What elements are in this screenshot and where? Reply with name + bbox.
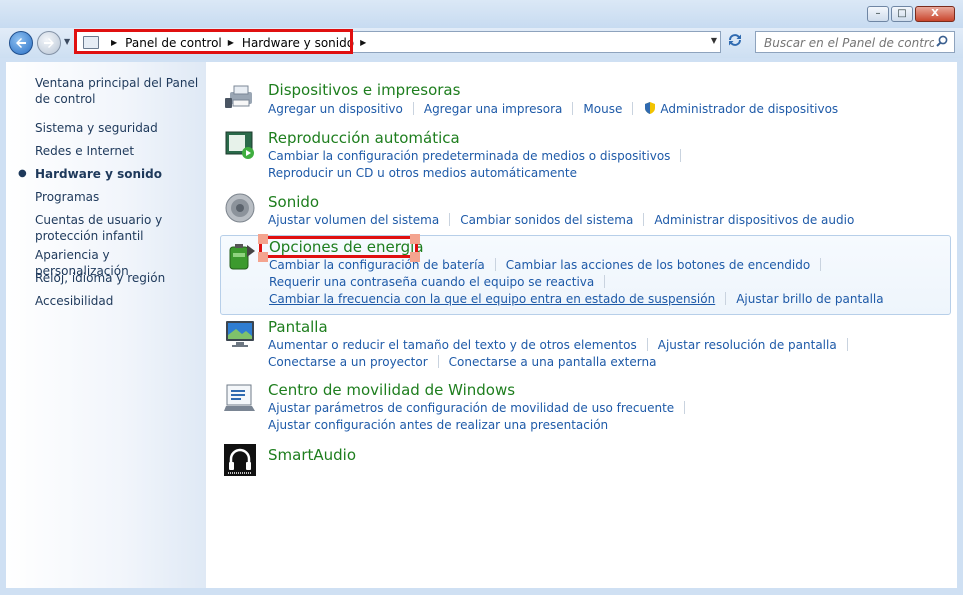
- arrow-left-icon: [16, 38, 26, 48]
- category-movilidad: Centro de movilidad de Windows Ajustar p…: [220, 378, 951, 438]
- link-presentacion[interactable]: Ajustar configuración antes de realizar …: [268, 418, 608, 432]
- category-dispositivos: Dispositivos e impresoras Agregar un dis…: [220, 76, 951, 120]
- separator: [643, 213, 645, 226]
- sidebar-item-reloj-idioma[interactable]: Reloj, idioma y región: [35, 270, 203, 286]
- link-tamano-texto[interactable]: Aumentar o reducir el tamaño del texto y…: [268, 338, 637, 352]
- address-dropdown-icon[interactable]: ▼: [711, 36, 717, 45]
- printer-devices-icon: [225, 85, 252, 108]
- category-pantalla: Pantalla Aumentar o reducir el tamaño de…: [220, 314, 951, 374]
- shield-icon: [645, 102, 656, 114]
- resize-handle: [258, 234, 268, 244]
- resize-handle: [258, 252, 268, 262]
- forward-button[interactable]: [37, 31, 61, 55]
- link-parametros-movilidad[interactable]: Ajustar parámetros de configuración de m…: [268, 401, 674, 415]
- search-icon[interactable]: [936, 35, 948, 47]
- separator: [572, 102, 574, 115]
- minimize-button[interactable]: –: [867, 6, 889, 22]
- separator: [820, 258, 822, 271]
- separator: [725, 292, 727, 305]
- category-sonido: Sonido Ajustar volumen del sistema Cambia…: [220, 188, 951, 232]
- category-title-reproduccion[interactable]: Reproducción automática: [268, 129, 460, 147]
- window-controls: – □ X: [867, 6, 955, 22]
- separator: [494, 258, 496, 271]
- maximize-button[interactable]: □: [891, 6, 913, 22]
- separator: [437, 355, 439, 368]
- link-cambiar-sonidos[interactable]: Cambiar sonidos del sistema: [460, 213, 633, 227]
- link-reproducir-cd[interactable]: Reproducir un CD u otros medios automáti…: [268, 166, 577, 180]
- sidebar-item-accesibilidad[interactable]: Accesibilidad: [35, 293, 203, 309]
- active-bullet-icon: ●: [18, 168, 27, 179]
- sidebar-item-redes-internet[interactable]: Redes e Internet: [35, 143, 203, 159]
- link-config-bateria[interactable]: Cambiar la configuración de batería: [269, 258, 485, 272]
- speaker-icon: [225, 193, 255, 223]
- resize-handle: [410, 234, 420, 244]
- arrow-right-icon: [44, 38, 54, 48]
- refresh-icon: [729, 34, 741, 46]
- link-agregar-dispositivo[interactable]: Agregar un dispositivo: [268, 102, 403, 116]
- link-agregar-impresora[interactable]: Agregar una impresora: [424, 102, 563, 116]
- category-title-movilidad[interactable]: Centro de movilidad de Windows: [268, 381, 515, 399]
- link-administrar-audio[interactable]: Administrar dispositivos de audio: [654, 213, 854, 227]
- sidebar-item-sistema-seguridad[interactable]: Sistema y seguridad: [35, 120, 203, 136]
- search-box[interactable]: [755, 31, 955, 53]
- category-reproduccion: Reproducción automática Cambiar la confi…: [220, 124, 951, 184]
- sidebar-item-programas[interactable]: Programas: [35, 189, 203, 205]
- category-title-dispositivos[interactable]: Dispositivos e impresoras: [268, 81, 460, 99]
- link-administrador-dispositivos[interactable]: Administrador de dispositivos: [660, 102, 838, 116]
- resize-handle: [410, 252, 420, 262]
- main-content: Dispositivos e impresoras Agregar un dis…: [206, 62, 957, 588]
- sidebar-item-hardware-sonido[interactable]: Hardware y sonido: [35, 166, 203, 182]
- separator: [846, 338, 848, 351]
- link-ajustar-volumen[interactable]: Ajustar volumen del sistema: [268, 213, 439, 227]
- link-proyector[interactable]: Conectarse a un proyector: [268, 355, 428, 369]
- separator: [449, 213, 451, 226]
- refresh-button[interactable]: [724, 33, 746, 51]
- separator: [684, 401, 686, 414]
- close-button[interactable]: X: [915, 6, 955, 22]
- separator: [680, 149, 682, 162]
- chevron-right-icon[interactable]: ▶: [360, 38, 366, 47]
- link-requerir-contrasena[interactable]: Requerir una contraseña cuando el equipo…: [269, 275, 594, 289]
- search-input[interactable]: [762, 34, 936, 52]
- link-frecuencia-suspension[interactable]: Cambiar la frecuencia con la que el equi…: [269, 292, 715, 306]
- window-bottom-border: [0, 588, 963, 595]
- link-cambiar-config-medios[interactable]: Cambiar la configuración predeterminada …: [268, 149, 670, 163]
- link-resolucion[interactable]: Ajustar resolución de pantalla: [658, 338, 837, 352]
- link-pantalla-externa[interactable]: Conectarse a una pantalla externa: [449, 355, 657, 369]
- category-smartaudio: SmartAudio: [220, 442, 951, 482]
- link-acciones-botones[interactable]: Cambiar las acciones de los botones de e…: [506, 258, 810, 272]
- link-mouse[interactable]: Mouse: [583, 102, 622, 116]
- back-button[interactable]: [9, 31, 33, 55]
- category-title-sonido[interactable]: Sonido: [268, 193, 319, 211]
- category-title-smartaudio[interactable]: SmartAudio: [268, 446, 356, 464]
- sidebar-item-ventana-principal[interactable]: Ventana principal del Panel de control: [35, 75, 203, 107]
- separator: [604, 275, 606, 288]
- title-highlight-box: [259, 236, 418, 258]
- autoplay-icon: [225, 131, 254, 159]
- title-bar: – □ X: [0, 0, 963, 28]
- separator: [646, 338, 648, 351]
- separator: [632, 102, 634, 115]
- separator: [412, 102, 414, 115]
- recent-pages-dropdown[interactable]: ▼: [64, 37, 70, 46]
- category-title-pantalla[interactable]: Pantalla: [268, 318, 328, 336]
- address-highlight-box: [74, 29, 353, 54]
- smartaudio-icon: [224, 444, 256, 476]
- mobility-center-icon: [224, 384, 255, 411]
- monitor-icon: [226, 321, 254, 347]
- link-ajustar-brillo[interactable]: Ajustar brillo de pantalla: [736, 292, 883, 306]
- power-battery-icon: [229, 244, 255, 270]
- sidebar-item-cuentas-usuario[interactable]: Cuentas de usuario y protección infantil: [35, 212, 203, 244]
- sidebar: Ventana principal del Panel de control S…: [6, 62, 206, 588]
